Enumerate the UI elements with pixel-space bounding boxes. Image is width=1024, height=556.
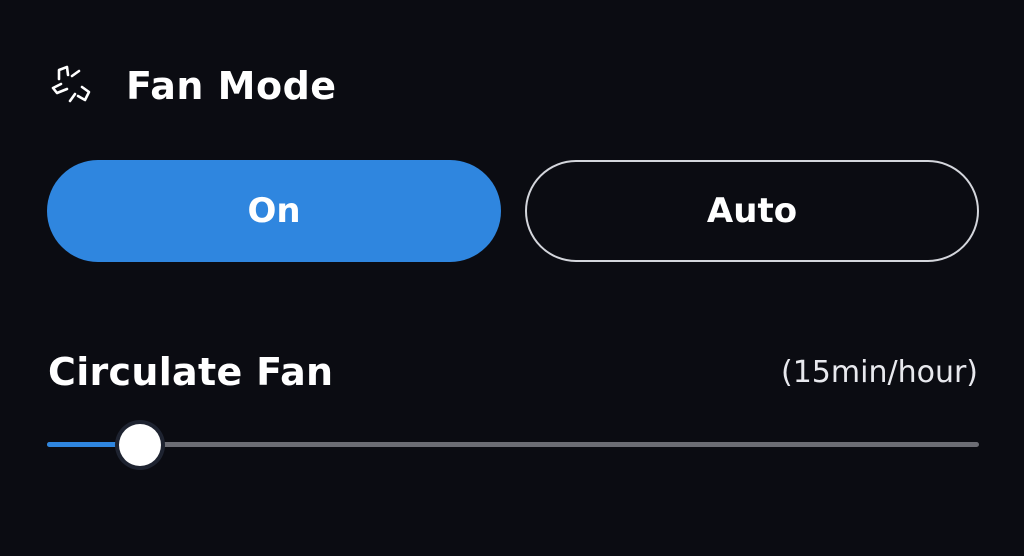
circulate-fan-row: Circulate Fan (15min/hour) (48, 345, 978, 399)
circulate-fan-slider[interactable] (47, 422, 979, 468)
fan-settings-panel: Fan Mode On Auto Circulate Fan (15min/ho… (0, 0, 1024, 556)
fan-mode-header: Fan Mode (48, 58, 337, 114)
circulate-fan-value: (15min/hour) (781, 354, 978, 390)
circulate-fan-label: Circulate Fan (48, 350, 334, 394)
page-title: Fan Mode (126, 64, 337, 108)
on-button-label: On (247, 191, 301, 231)
slider-track[interactable] (47, 442, 979, 447)
fan-mode-toggle: On Auto (47, 160, 979, 262)
on-button[interactable]: On (47, 160, 501, 262)
fan-icon (51, 65, 91, 103)
auto-button-label: Auto (706, 191, 798, 231)
slider-thumb[interactable] (119, 424, 162, 466)
auto-button[interactable]: Auto (525, 160, 979, 262)
